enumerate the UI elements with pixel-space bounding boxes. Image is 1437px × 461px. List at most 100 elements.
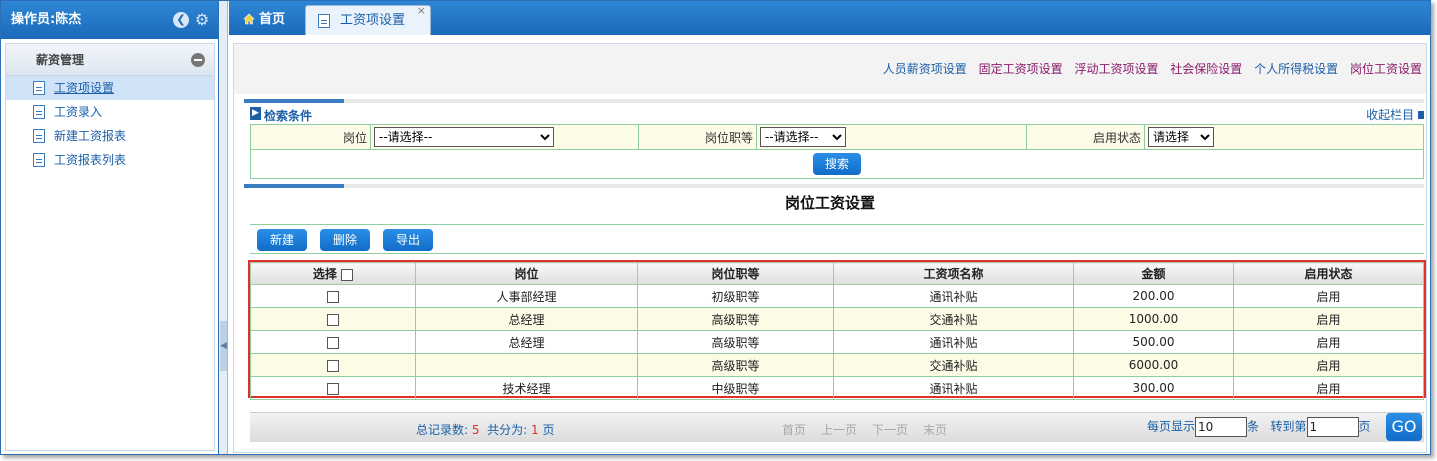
row-checkbox[interactable]: [327, 313, 339, 326]
grade-cell: 初级职等: [637, 284, 834, 308]
delete-button[interactable]: 删除: [320, 229, 370, 251]
tab-home[interactable]: 首页: [233, 5, 301, 35]
grade-cell: 高级职等: [637, 307, 834, 331]
document-icon: [318, 14, 330, 28]
document-icon: [33, 153, 45, 167]
left-panel: 操作员:陈杰 ❮ ⚙ 薪资管理 工资项设置 工资录入 新建工资报表 工资报表列表: [1, 1, 219, 454]
item-cell: 交通补贴: [833, 307, 1074, 331]
status-cell: 启用: [1233, 330, 1424, 354]
row-checkbox[interactable]: [327, 382, 339, 395]
collapse-icon: [1418, 111, 1424, 119]
splitter-toggle-icon[interactable]: ◀: [220, 321, 227, 371]
position-link[interactable]: 总经理: [415, 330, 638, 354]
go-button[interactable]: GO: [1386, 413, 1422, 441]
sidebar-item-label: 工资录入: [54, 105, 103, 119]
column-header-status: 启用状态: [1233, 262, 1424, 285]
search-form: 岗位 --请选择-- 岗位职等 --请选择-- 启用状态 请选择 搜索: [250, 124, 1424, 179]
panel-splitter[interactable]: ◀: [219, 1, 228, 454]
amount-cell: 1000.00: [1073, 307, 1234, 331]
status-cell: 启用: [1233, 307, 1424, 331]
tab-salary-settings[interactable]: 工资项设置 ×: [305, 4, 431, 35]
list-toolbar: 新建 删除 导出: [250, 224, 1424, 254]
status-cell: 启用: [1233, 376, 1424, 400]
quicklink-income-tax[interactable]: 个人所得税设置: [1254, 62, 1338, 76]
app-window: 操作员:陈杰 ❮ ⚙ 薪资管理 工资项设置 工资录入 新建工资报表 工资报表列表…: [0, 0, 1431, 455]
collapse-section-link[interactable]: 收起栏目: [1366, 106, 1424, 123]
quicklink-staff-salary[interactable]: 人员薪资项设置: [883, 62, 967, 76]
sidebar-item-report-list[interactable]: 工资报表列表: [6, 148, 214, 172]
record-summary: 总记录数: 5 共分为: 1 页: [416, 423, 555, 437]
data-table: 选择 岗位 岗位职等 工资项名称 金额 启用状态 人事部经理 初级职等 通讯补贴…: [250, 262, 1424, 400]
per-page-control: 每页显示 10 条 转到第 1 页: [1147, 417, 1371, 437]
new-button[interactable]: 新建: [257, 229, 307, 251]
amount-cell: 6000.00: [1073, 353, 1234, 377]
column-header-select: 选择: [250, 262, 416, 285]
grade-select[interactable]: --请选择--: [760, 127, 846, 147]
grade-label: 岗位职等: [638, 124, 757, 150]
gear-icon[interactable]: ⚙: [194, 12, 210, 28]
export-button[interactable]: 导出: [383, 229, 433, 251]
last-page-link[interactable]: 末页: [923, 421, 947, 438]
sidebar-item-salary-entry[interactable]: 工资录入: [6, 100, 214, 124]
quicklinks: 人员薪资项设置 固定工资项设置 浮动工资项设置 社会保险设置 个人所得税设置 岗…: [875, 60, 1422, 77]
table-row: 人事部经理 初级职等 通讯补贴 200.00 启用: [250, 284, 1424, 308]
sidebar-item-label: 工资报表列表: [54, 153, 127, 167]
item-cell: 通讯补贴: [833, 376, 1074, 400]
first-page-link[interactable]: 首页: [782, 421, 806, 438]
sidebar-group-salary[interactable]: 薪资管理: [6, 44, 214, 76]
table-row: 总经理 高级职等 通讯补贴 500.00 启用: [250, 330, 1424, 354]
amount-cell: 300.00: [1073, 376, 1234, 400]
tab-label: 首页: [259, 12, 286, 27]
sidebar-item-new-report[interactable]: 新建工资报表: [6, 124, 214, 148]
amount-cell: 200.00: [1073, 284, 1234, 308]
data-table-frame: 选择 岗位 岗位职等 工资项名称 金额 启用状态 人事部经理 初级职等 通讯补贴…: [248, 260, 1426, 400]
goto-page-input[interactable]: 1: [1306, 417, 1359, 437]
grade-cell: 中级职等: [637, 376, 834, 400]
select-all-checkbox[interactable]: [341, 268, 354, 281]
document-icon: [33, 129, 45, 143]
operator-label: 操作员:陈杰: [11, 12, 82, 27]
item-cell: 通讯补贴: [833, 284, 1074, 308]
quicklink-floating-items[interactable]: 浮动工资项设置: [1074, 62, 1158, 76]
row-checkbox[interactable]: [327, 359, 339, 372]
table-row: 总经理 高级职等 交通补贴 1000.00 启用: [250, 307, 1424, 331]
next-page-link[interactable]: 下一页: [872, 421, 908, 438]
table-header-row: 选择 岗位 岗位职等 工资项名称 金额 启用状态: [250, 262, 1424, 285]
amount-cell: 500.00: [1073, 330, 1234, 354]
minus-circle-icon[interactable]: [191, 53, 205, 67]
sidebar-group-title: 薪资管理: [36, 53, 85, 67]
position-link[interactable]: 技术经理: [415, 376, 638, 400]
home-icon: [243, 13, 255, 25]
position-select[interactable]: --请选择--: [374, 127, 554, 147]
column-header-grade: 岗位职等: [637, 262, 834, 285]
left-panel-header: 操作员:陈杰 ❮ ⚙: [1, 1, 218, 39]
column-header-position: 岗位: [415, 262, 638, 285]
per-page-input[interactable]: 10: [1195, 417, 1248, 437]
page-title: 岗位工资设置: [784, 194, 875, 212]
column-header-item: 工资项名称: [833, 262, 1074, 285]
close-icon[interactable]: ×: [417, 0, 426, 26]
position-link[interactable]: 人事部经理: [415, 284, 638, 308]
prev-page-link[interactable]: 上一页: [821, 421, 857, 438]
status-select[interactable]: 请选择: [1148, 127, 1214, 147]
sidebar: 薪资管理 工资项设置 工资录入 新建工资报表 工资报表列表: [5, 43, 215, 451]
sidebar-item-label: 新建工资报表: [54, 129, 127, 143]
quicklink-position-salary[interactable]: 岗位工资设置: [1350, 62, 1422, 76]
quicklink-social-insurance[interactable]: 社会保险设置: [1170, 62, 1242, 76]
grade-cell: 高级职等: [637, 353, 834, 377]
table-row: 技术经理 中级职等 通讯补贴 300.00 启用: [250, 376, 1424, 400]
item-cell: 交通补贴: [833, 353, 1074, 377]
column-header-amount: 金额: [1073, 262, 1234, 285]
sidebar-item-salary-settings[interactable]: 工资项设置: [6, 76, 214, 100]
quicklink-fixed-items[interactable]: 固定工资项设置: [979, 62, 1063, 76]
status-label: 启用状态: [1026, 124, 1145, 150]
sidebar-item-label: 工资项设置: [54, 81, 115, 95]
status-cell: 启用: [1233, 284, 1424, 308]
row-checkbox[interactable]: [327, 290, 339, 303]
document-icon: [33, 81, 45, 95]
collapse-left-icon[interactable]: ❮: [173, 12, 189, 28]
position-link[interactable]: [415, 353, 638, 377]
search-button[interactable]: 搜索: [813, 153, 861, 175]
position-link[interactable]: 总经理: [415, 307, 638, 331]
row-checkbox[interactable]: [327, 336, 339, 349]
